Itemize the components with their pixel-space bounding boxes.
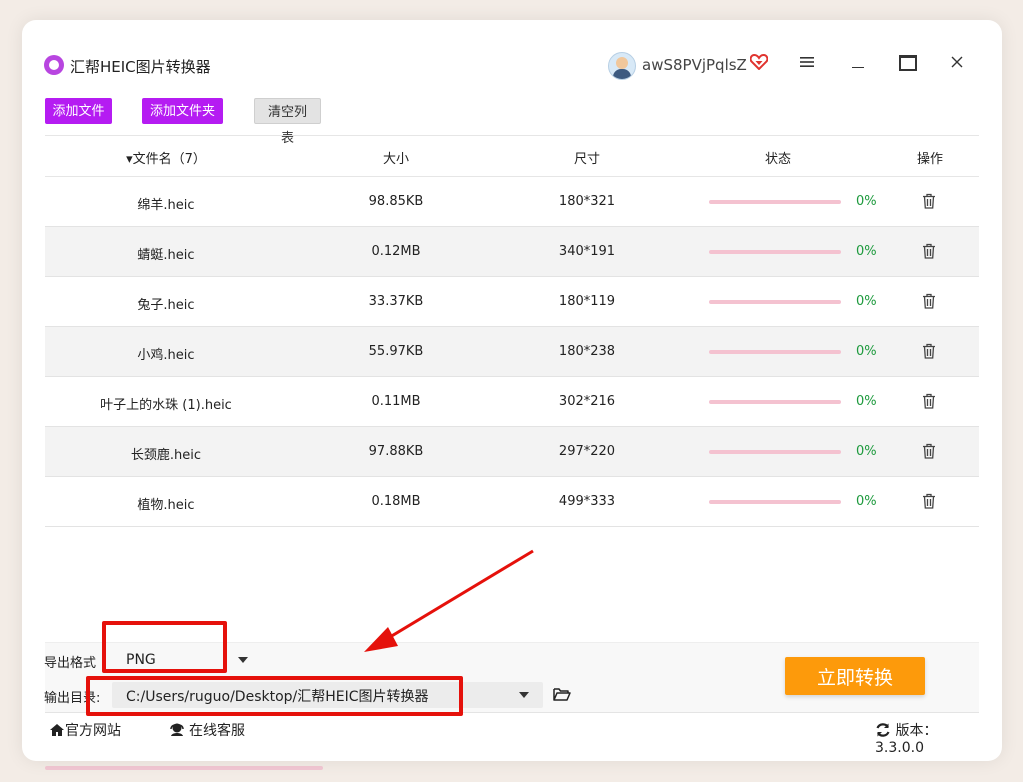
progress-bar — [709, 450, 841, 454]
file-size: 98.85KB — [368, 194, 424, 209]
header-status: 状态 — [764, 152, 792, 167]
delete-icon[interactable] — [922, 243, 936, 259]
official-site-link[interactable]: 官方网站 — [49, 720, 121, 740]
title-bar: 汇帮HEIC图片转换器 awS8PVjPqlsZ — [22, 20, 1002, 108]
file-dimensions: 180*238 — [558, 344, 616, 359]
table-header: ▾文件名（7） 大小 尺寸 状态 操作 — [45, 136, 979, 177]
headset-icon — [170, 723, 184, 736]
file-dimensions: 340*191 — [558, 244, 616, 259]
file-size: 0.11MB — [371, 394, 421, 409]
delete-icon[interactable] — [922, 193, 936, 209]
home-icon — [50, 724, 64, 736]
refresh-icon — [876, 723, 890, 737]
file-size: 33.37KB — [368, 294, 424, 309]
progress-bar — [709, 350, 841, 354]
app-window: 汇帮HEIC图片转换器 awS8PVjPqlsZ 添加文件 添加文件夹 清空列表… — [22, 20, 1002, 761]
menu-icon[interactable] — [797, 53, 817, 73]
app-title: 汇帮HEIC图片转换器 — [70, 58, 211, 76]
format-dropdown-icon[interactable] — [238, 657, 248, 663]
table-row[interactable]: 蜻蜓.heic 0.12MB 340*191 0% — [45, 227, 979, 277]
file-dimensions: 297*220 — [558, 444, 616, 459]
progress-bar — [709, 200, 841, 204]
app-logo-icon — [44, 55, 64, 75]
progress-bar — [709, 500, 841, 504]
delete-icon[interactable] — [922, 393, 936, 409]
output-label: 输出目录: — [44, 691, 101, 706]
file-name: 小鸡.heic — [137, 348, 195, 363]
progress-percent: 0% — [856, 294, 877, 309]
file-name: 长颈鹿.heic — [130, 448, 202, 463]
header-actions: 操作 — [916, 152, 944, 167]
delete-icon[interactable] — [922, 293, 936, 309]
file-size: 97.88KB — [368, 444, 424, 459]
table-row[interactable]: 叶子上的水珠 (1).heic 0.11MB 302*216 0% — [45, 377, 979, 427]
online-service-label: 在线客服 — [189, 723, 245, 739]
progress-percent: 0% — [856, 194, 877, 209]
progress-percent: 0% — [856, 494, 877, 509]
header-size: 大小 — [382, 152, 410, 167]
progress-percent: 0% — [856, 444, 877, 459]
file-size: 55.97KB — [368, 344, 424, 359]
table-row[interactable]: 兔子.heic 33.37KB 180*119 0% — [45, 277, 979, 327]
file-table: ▾文件名（7） 大小 尺寸 状态 操作 绵羊.heic 98.85KB 180*32… — [45, 135, 979, 643]
file-dimensions: 180*321 — [558, 194, 616, 209]
progress-bar — [709, 300, 841, 304]
file-name: 兔子.heic — [137, 298, 195, 313]
header-dimensions: 尺寸 — [573, 152, 601, 167]
file-size: 0.12MB — [371, 244, 421, 259]
convert-now-button[interactable]: 立即转换 — [785, 657, 925, 695]
output-path-value[interactable]: C:/Users/ruguo/Desktop/汇帮HEIC图片转换器 — [126, 686, 429, 706]
background-strip — [45, 766, 323, 770]
file-dimensions: 499*333 — [558, 494, 616, 509]
close-icon[interactable] — [947, 53, 967, 73]
minimize-icon[interactable] — [848, 53, 868, 73]
file-dimensions: 180*119 — [558, 294, 616, 309]
table-row[interactable]: 植物.heic 0.18MB 499*333 0% — [45, 477, 979, 527]
file-name: 绵羊.heic — [137, 198, 195, 213]
format-value[interactable]: PNG — [126, 652, 156, 668]
folder-open-icon[interactable] — [553, 686, 571, 701]
add-file-button[interactable]: 添加文件 — [45, 98, 112, 124]
official-site-label: 官方网站 — [65, 723, 121, 739]
table-row[interactable]: 小鸡.heic 55.97KB 180*238 0% — [45, 327, 979, 377]
progress-bar — [709, 250, 841, 254]
maximize-icon[interactable] — [898, 53, 918, 73]
progress-percent: 0% — [856, 244, 877, 259]
delete-icon[interactable] — [922, 343, 936, 359]
file-size: 0.18MB — [371, 494, 421, 509]
file-name: 叶子上的水珠 (1).heic — [100, 398, 232, 413]
delete-icon[interactable] — [922, 493, 936, 509]
version-info[interactable]: 版本：3.3.0.0 — [875, 720, 979, 756]
vip-heart-icon[interactable] — [749, 53, 769, 75]
progress-percent: 0% — [856, 394, 877, 409]
format-label: 导出格式 — [44, 656, 97, 671]
username[interactable]: awS8PVjPqlsZ — [642, 56, 747, 74]
file-dimensions: 302*216 — [558, 394, 616, 409]
avatar-icon[interactable] — [608, 52, 636, 80]
table-row[interactable]: 长颈鹿.heic 97.88KB 297*220 0% — [45, 427, 979, 477]
header-filename[interactable]: ▾文件名（7） — [126, 148, 206, 167]
file-name: 植物.heic — [137, 498, 195, 513]
file-name: 蜻蜓.heic — [137, 248, 195, 263]
delete-icon[interactable] — [922, 443, 936, 459]
progress-percent: 0% — [856, 344, 877, 359]
table-row[interactable]: 绵羊.heic 98.85KB 180*321 0% — [45, 177, 979, 227]
progress-bar — [709, 400, 841, 404]
clear-list-button[interactable]: 清空列表 — [254, 98, 321, 145]
status-bar: 官方网站 在线客服 版本：3.3.0.0 — [45, 712, 979, 756]
online-service-link[interactable]: 在线客服 — [169, 720, 245, 740]
path-dropdown-icon[interactable] — [519, 692, 529, 698]
add-folder-button[interactable]: 添加文件夹 — [142, 98, 223, 124]
